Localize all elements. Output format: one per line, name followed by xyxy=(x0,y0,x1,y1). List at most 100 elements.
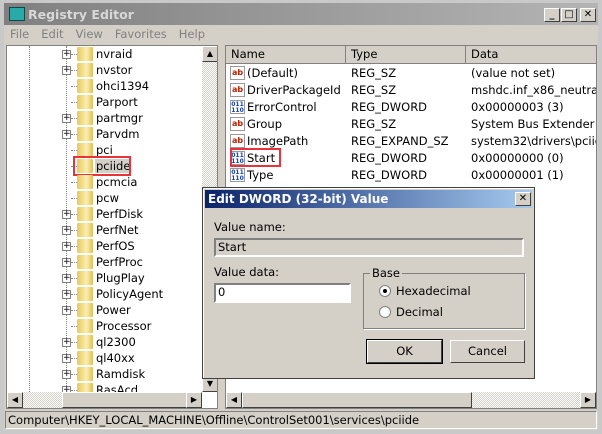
column-type[interactable]: Type xyxy=(346,46,466,64)
value-row-start[interactable]: 011 110 Start REG_DWORD 0x00000000 (0) xyxy=(226,150,596,167)
column-data[interactable]: Data xyxy=(466,46,596,64)
value-type: REG_DWORD xyxy=(351,151,428,165)
folder-icon xyxy=(77,287,93,301)
tree-item-nvstor[interactable]: + nvstor xyxy=(7,62,207,78)
tree-item-policyagent[interactable]: + PolicyAgent xyxy=(7,286,207,302)
value-row-imagepath[interactable]: ab ImagePath REG_EXPAND_SZ system32\drivers… xyxy=(226,133,596,150)
pciide-highlight-box xyxy=(73,156,131,176)
expand-icon[interactable]: + xyxy=(62,242,71,251)
expand-icon[interactable]: + xyxy=(62,274,71,283)
expand-icon[interactable]: + xyxy=(62,66,71,75)
value-data-label: Value data: xyxy=(214,265,280,279)
value-data-input[interactable]: 0 xyxy=(214,283,351,303)
tree-item-nvraid[interactable]: + nvraid xyxy=(7,46,207,62)
string-value-icon: ab xyxy=(230,83,245,97)
tree-item-ql2300[interactable]: + ql2300 xyxy=(7,334,207,350)
hexadecimal-radio[interactable] xyxy=(379,285,391,297)
tree-item-ohci1394[interactable]: ohci1394 xyxy=(7,78,207,94)
maximize-button[interactable]: □ xyxy=(561,8,577,22)
tree-item-pciide[interactable]: pciide xyxy=(7,156,207,176)
tree-item-parport[interactable]: Parport xyxy=(7,94,207,110)
scroll-left-button[interactable]: ◀ xyxy=(226,392,242,408)
cancel-button[interactable]: Cancel xyxy=(450,340,525,363)
scroll-thumb[interactable] xyxy=(62,392,187,408)
tree-item-perfproc[interactable]: + PerfProc xyxy=(7,254,207,270)
tree-item-processor[interactable]: Processor xyxy=(7,318,207,334)
tree-item-label: ql40xx xyxy=(96,351,135,365)
value-data: mshdc.inf_x86_neutral_fa xyxy=(471,83,596,97)
decimal-radio[interactable] xyxy=(379,306,391,318)
tree-item-pcmcia[interactable]: pcmcia xyxy=(7,174,207,190)
string-value-icon: ab xyxy=(230,117,245,131)
expand-icon[interactable]: + xyxy=(62,290,71,299)
value-name: Group xyxy=(247,117,283,131)
folder-icon xyxy=(77,175,93,189)
dialog-close-button[interactable]: ✕ xyxy=(515,192,531,206)
expand-icon[interactable]: + xyxy=(62,50,71,59)
value-data: system32\drivers\pciide.sys xyxy=(471,134,596,148)
folder-icon xyxy=(77,255,93,269)
title-bar[interactable]: Registry Editor _ □ ✕ xyxy=(4,3,598,25)
value-name: (Default) xyxy=(247,66,298,80)
expand-icon[interactable]: + xyxy=(62,258,71,267)
value-row-type[interactable]: 011 110 Type REG_DWORD 0x00000001 (1) xyxy=(226,167,596,184)
tree-item-partmgr[interactable]: + partmgr xyxy=(7,110,207,126)
list-horizontal-scrollbar[interactable]: ◀ ▶ xyxy=(226,392,596,408)
expand-icon[interactable]: + xyxy=(62,354,71,363)
menu-view[interactable]: View xyxy=(70,26,109,42)
tree-item-parvdm[interactable]: + Parvdm xyxy=(7,126,207,142)
tree-item-ql40xx[interactable]: + ql40xx xyxy=(7,350,207,366)
ok-button[interactable]: OK xyxy=(366,339,443,364)
value-row-default[interactable]: ab (Default) REG_SZ (value not set) xyxy=(226,65,596,82)
tree-item-power[interactable]: + Power xyxy=(7,302,207,318)
value-name-label: Value name: xyxy=(214,220,286,234)
scroll-right-button[interactable]: ▶ xyxy=(580,392,596,408)
menu-edit[interactable]: Edit xyxy=(35,26,69,42)
value-data: 0x00000001 (1) xyxy=(471,168,564,182)
menu-file[interactable]: File xyxy=(4,26,35,42)
hexadecimal-label[interactable]: Hexadecimal xyxy=(396,284,471,298)
scroll-left-button[interactable]: ◀ xyxy=(7,392,23,408)
decimal-label[interactable]: Decimal xyxy=(396,305,443,319)
tree-item-perfos[interactable]: + PerfOS xyxy=(7,238,207,254)
tree-horizontal-scrollbar[interactable]: ◀ ▶ xyxy=(7,392,202,408)
tree-item-label: PerfProc xyxy=(96,255,143,269)
folder-icon xyxy=(77,367,93,381)
expand-icon[interactable]: + xyxy=(62,210,71,219)
tree-item-pcw[interactable]: pcw xyxy=(7,190,207,206)
minimize-button[interactable]: _ xyxy=(544,8,560,22)
tree-item-plugplay[interactable]: + PlugPlay xyxy=(7,270,207,286)
scroll-up-button[interactable]: ▲ xyxy=(202,46,217,62)
start-highlight-box xyxy=(230,148,281,167)
value-data: System Bus Extender xyxy=(471,117,595,131)
menu-help[interactable]: Help xyxy=(173,26,211,42)
registry-tree[interactable]: + nvraid + nvstor ohci1394 Parport + partmgr + Pa… xyxy=(6,45,218,409)
value-row-driverpackageid[interactable]: ab DriverPackageId REG_SZ mshdc.inf_x86_neu… xyxy=(226,82,596,99)
folder-icon xyxy=(77,335,93,349)
menu-favorites[interactable]: Favorites xyxy=(109,26,173,42)
expand-icon[interactable]: + xyxy=(62,370,71,379)
expand-icon[interactable]: + xyxy=(62,226,71,235)
expand-icon[interactable]: + xyxy=(62,338,71,347)
scroll-right-button[interactable]: ▶ xyxy=(186,392,202,408)
menu-bar: File Edit View Favorites Help xyxy=(4,26,211,44)
tree-item-label: Processor xyxy=(96,319,152,333)
value-row-errorcontrol[interactable]: 011 110 ErrorControl REG_DWORD 0x00000003 (3… xyxy=(226,99,596,116)
tree-item-ramdisk[interactable]: + Ramdisk xyxy=(7,366,207,382)
value-row-group[interactable]: ab Group REG_SZ System Bus Extender xyxy=(226,116,596,133)
column-name[interactable]: Name xyxy=(226,46,346,64)
expand-icon[interactable]: + xyxy=(62,114,71,123)
tree-item-label: Parport xyxy=(96,95,138,109)
value-data: 0x00000003 (3) xyxy=(471,100,564,114)
tree-item-perfdisk[interactable]: + PerfDisk xyxy=(7,206,207,222)
expand-icon[interactable]: + xyxy=(62,130,71,139)
tree-item-label: pcw xyxy=(96,191,120,205)
value-name-field: Start xyxy=(214,238,524,257)
tree-item-perfnet[interactable]: + PerfNet xyxy=(7,222,207,238)
folder-icon xyxy=(77,47,93,61)
tree-item-label: pcmcia xyxy=(96,175,138,189)
scroll-thumb[interactable] xyxy=(242,392,472,408)
expand-icon[interactable]: + xyxy=(62,306,71,315)
close-button[interactable]: ✕ xyxy=(580,8,596,22)
value-type: REG_SZ xyxy=(351,83,397,97)
